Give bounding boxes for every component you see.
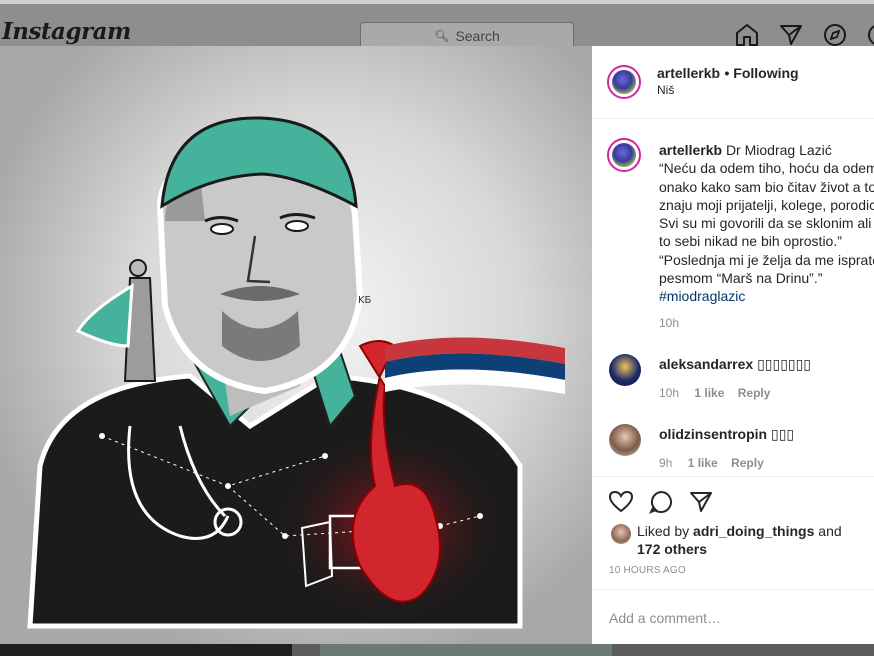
commenter-avatar[interactable]	[609, 354, 641, 386]
comment-bubble-icon[interactable]	[648, 489, 674, 520]
share-icon[interactable]	[688, 489, 714, 520]
caption-line: pesmom “Marš na Drinu”.”	[659, 270, 823, 287]
comment-time[interactable]: 9h	[659, 456, 672, 470]
explore-icon[interactable]	[822, 22, 848, 48]
caption-line: “Neću da odem tiho, hoću da odem	[659, 160, 874, 177]
likes-prefix: Liked by	[637, 523, 690, 539]
profile-icon[interactable]	[866, 22, 874, 48]
commenter-username[interactable]: aleksandarrex	[659, 356, 753, 372]
feed-thumbnail[interactable]	[0, 644, 292, 656]
post-header: artellerkb • Following Niš	[592, 46, 874, 119]
commenter-avatar[interactable]	[609, 424, 641, 456]
post-detail-panel: artellerkb • Following Niš artellerkb Dr…	[592, 46, 874, 644]
liker-avatar[interactable]	[611, 524, 631, 544]
caption-line: Svi su mi govorili da se sklonim ali	[659, 215, 872, 232]
like-heart-icon[interactable]	[608, 489, 634, 520]
commenter-username[interactable]: olidzinsentropin	[659, 426, 767, 442]
caption-line: “Poslednja mi je želja da me ispratc	[659, 251, 874, 268]
comment-text: ▯▯▯▯▯▯▯	[757, 356, 812, 372]
post-actions	[608, 489, 714, 520]
liker-username[interactable]: adri_doing_things	[693, 523, 814, 539]
comment-likes[interactable]: 1 like	[694, 386, 724, 400]
follow-status[interactable]: • Following	[725, 65, 799, 81]
search-icon: 🔍︎	[434, 29, 450, 43]
comment-body: aleksandarrex ▯▯▯▯▯▯▯	[659, 356, 811, 373]
post-image[interactable]: KБ	[0, 46, 592, 644]
comment-meta: 10h 1 like Reply	[659, 386, 780, 400]
instagram-logo[interactable]: Instagram	[2, 18, 131, 45]
search-placeholder: Search	[455, 28, 500, 44]
caption-line: onako kako sam bio čitav život a to	[659, 178, 874, 195]
likes-count[interactable]: 172 others	[637, 541, 707, 557]
post-location[interactable]: Niš	[657, 83, 674, 97]
caption-title: Dr Miodrag Lazić	[725, 142, 832, 158]
divider	[592, 589, 874, 590]
reply-button[interactable]: Reply	[731, 456, 764, 470]
likes-summary: Liked by adri_doing_things and 172 other…	[637, 522, 867, 558]
author-username[interactable]: artellerkb	[657, 65, 720, 81]
caption-time[interactable]: 10h	[659, 316, 679, 330]
caption-line: znaju moji prijatelji, kolege, porodic	[659, 196, 874, 213]
caption-author[interactable]: artellerkb	[659, 142, 722, 158]
comment-time[interactable]: 10h	[659, 386, 679, 400]
hashtag-link[interactable]: #miodraglazic	[659, 287, 874, 305]
comment-meta: 9h 1 like Reply	[659, 456, 774, 470]
comment-text: ▯▯▯	[771, 426, 795, 442]
feed-thumbnail[interactable]	[320, 644, 612, 656]
direct-icon[interactable]	[778, 22, 804, 48]
divider	[592, 476, 874, 477]
artist-signature: KБ	[358, 295, 372, 306]
caption-author-avatar[interactable]	[607, 138, 641, 172]
top-navigation-bar: Instagram 🔍︎ Search	[0, 0, 874, 50]
comment-likes[interactable]: 1 like	[688, 456, 718, 470]
post-caption: artellerkb Dr Miodrag Lazić “Neću da ode…	[659, 141, 874, 306]
comment-body: olidzinsentropin ▯▯▯	[659, 426, 794, 443]
nav-icons	[734, 22, 874, 48]
post-timestamp[interactable]: 10 HOURS AGO	[609, 565, 686, 576]
home-icon[interactable]	[734, 22, 760, 48]
caption-line: to sebi nikad ne bih oprostio.”	[659, 233, 842, 250]
background-feed-strip	[0, 644, 874, 656]
likes-and: and	[818, 523, 842, 539]
add-comment-input[interactable]: Add a comment…	[609, 610, 721, 626]
post-illustration: KБ	[0, 46, 592, 644]
reply-button[interactable]: Reply	[738, 386, 771, 400]
author-avatar[interactable]	[607, 65, 641, 99]
